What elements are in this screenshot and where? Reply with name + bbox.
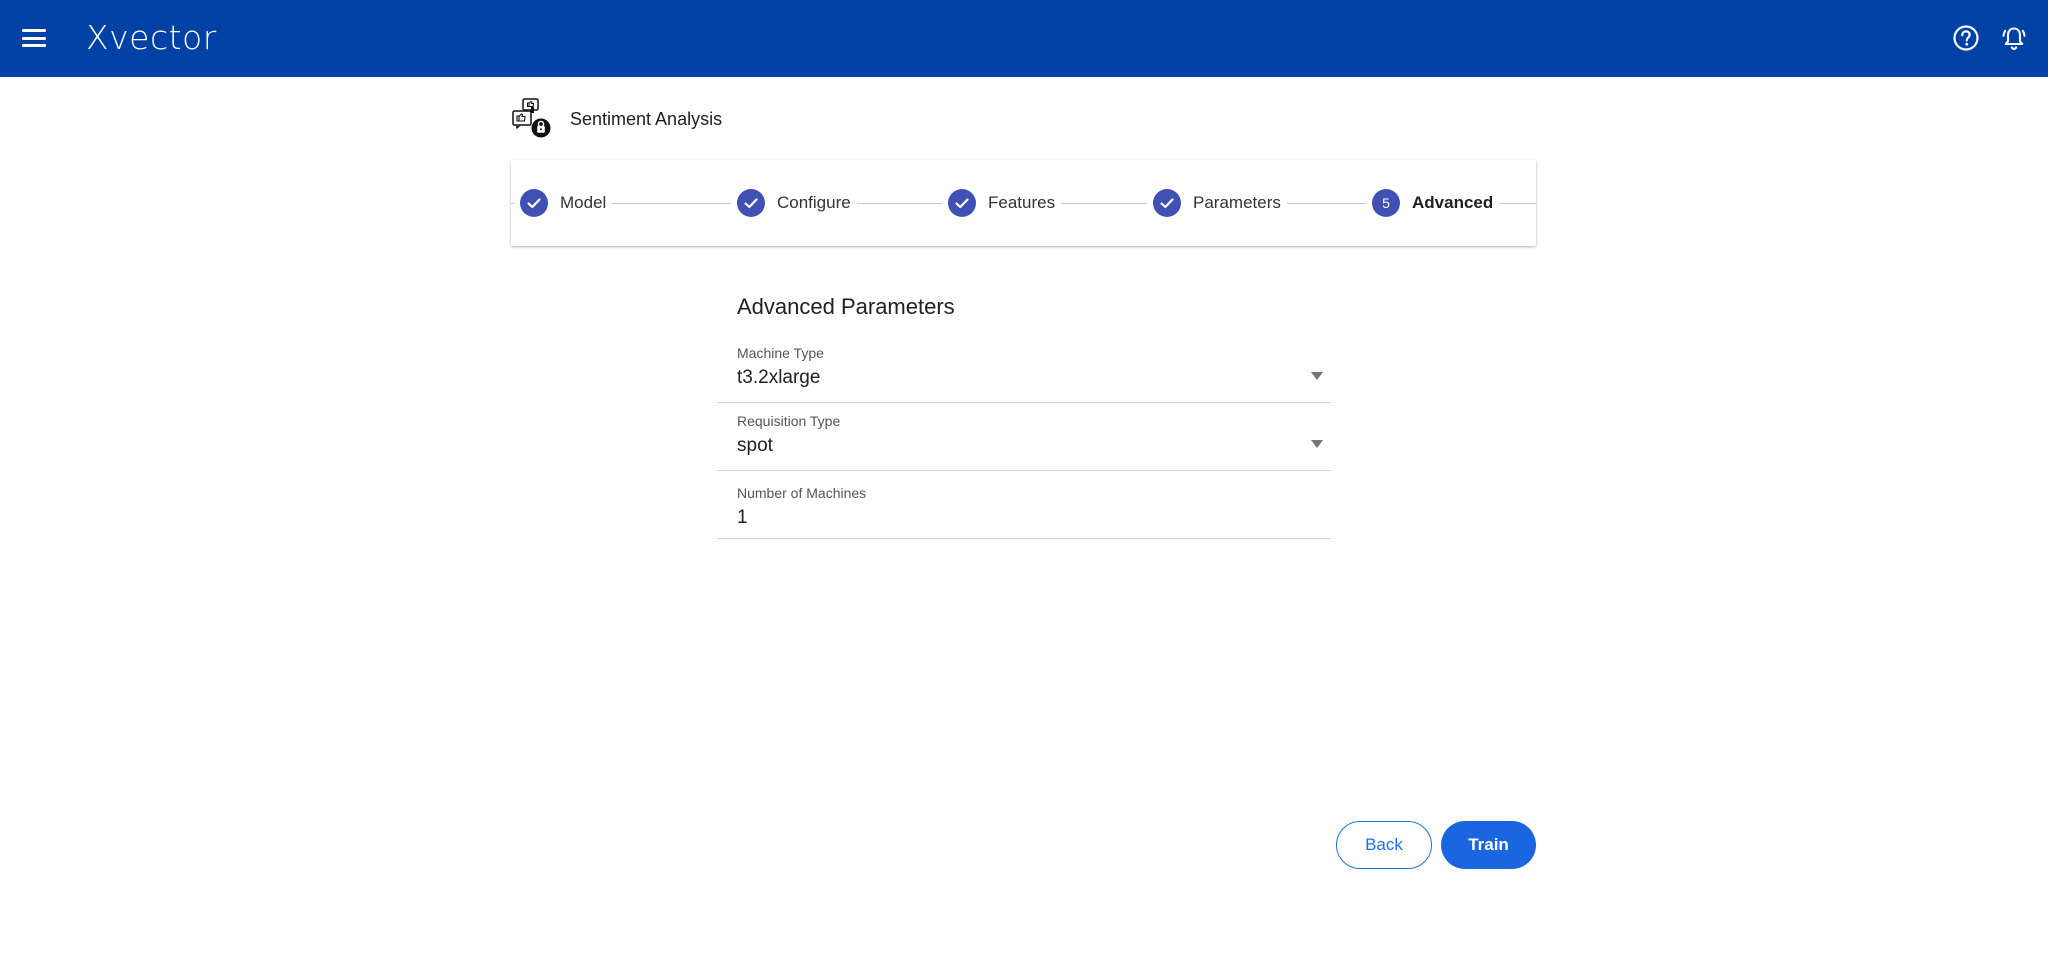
step-parameters[interactable]: Parameters: [1147, 189, 1287, 217]
check-icon: [1153, 189, 1181, 217]
step-label: Features: [988, 193, 1056, 212]
step-label: Model: [560, 193, 607, 212]
step-advanced[interactable]: 5 Advanced: [1366, 189, 1500, 217]
machine-type-select[interactable]: Machine Type t3.2xlarge: [717, 337, 1331, 403]
field-label: Requisition Type: [737, 413, 841, 429]
sentiment-analysis-icon: [510, 97, 554, 141]
step-features[interactable]: Features: [942, 189, 1062, 217]
notification-bell-icon[interactable]: [1999, 23, 2029, 53]
field-value: 1: [737, 507, 748, 528]
dropdown-arrow-icon: [1311, 372, 1323, 380]
step-label: Advanced: [1412, 193, 1494, 212]
requisition-type-select[interactable]: Requisition Type spot: [717, 405, 1331, 471]
step-label: Configure: [777, 193, 851, 212]
field-value: spot: [737, 435, 773, 456]
app-logo[interactable]: Xvector: [86, 18, 217, 57]
check-icon: [948, 189, 976, 217]
form-title: Advanced Parameters: [737, 294, 955, 319]
field-value: t3.2xlarge: [737, 367, 821, 388]
field-label: Number of Machines: [737, 485, 867, 501]
page-title: Sentiment Analysis: [570, 108, 723, 129]
step-configure[interactable]: Configure: [731, 189, 857, 217]
check-icon: [520, 189, 548, 217]
back-button[interactable]: Back: [1336, 821, 1432, 869]
step-number: 5: [1372, 189, 1400, 217]
help-icon[interactable]: [1951, 23, 1981, 53]
wizard-stepper: Model Configure Features Parameters 5 Ad…: [511, 160, 1536, 246]
step-model[interactable]: Model: [514, 189, 613, 217]
app-bar: Xvector: [0, 0, 2048, 77]
field-label: Machine Type: [737, 345, 824, 361]
project-header: Sentiment Analysis: [510, 97, 722, 141]
menu-icon[interactable]: [22, 27, 46, 49]
step-label: Parameters: [1193, 193, 1281, 212]
number-of-machines-input[interactable]: Number of Machines 1: [717, 473, 1331, 539]
dropdown-arrow-icon: [1311, 440, 1323, 448]
check-icon: [737, 189, 765, 217]
train-button[interactable]: Train: [1441, 821, 1536, 869]
